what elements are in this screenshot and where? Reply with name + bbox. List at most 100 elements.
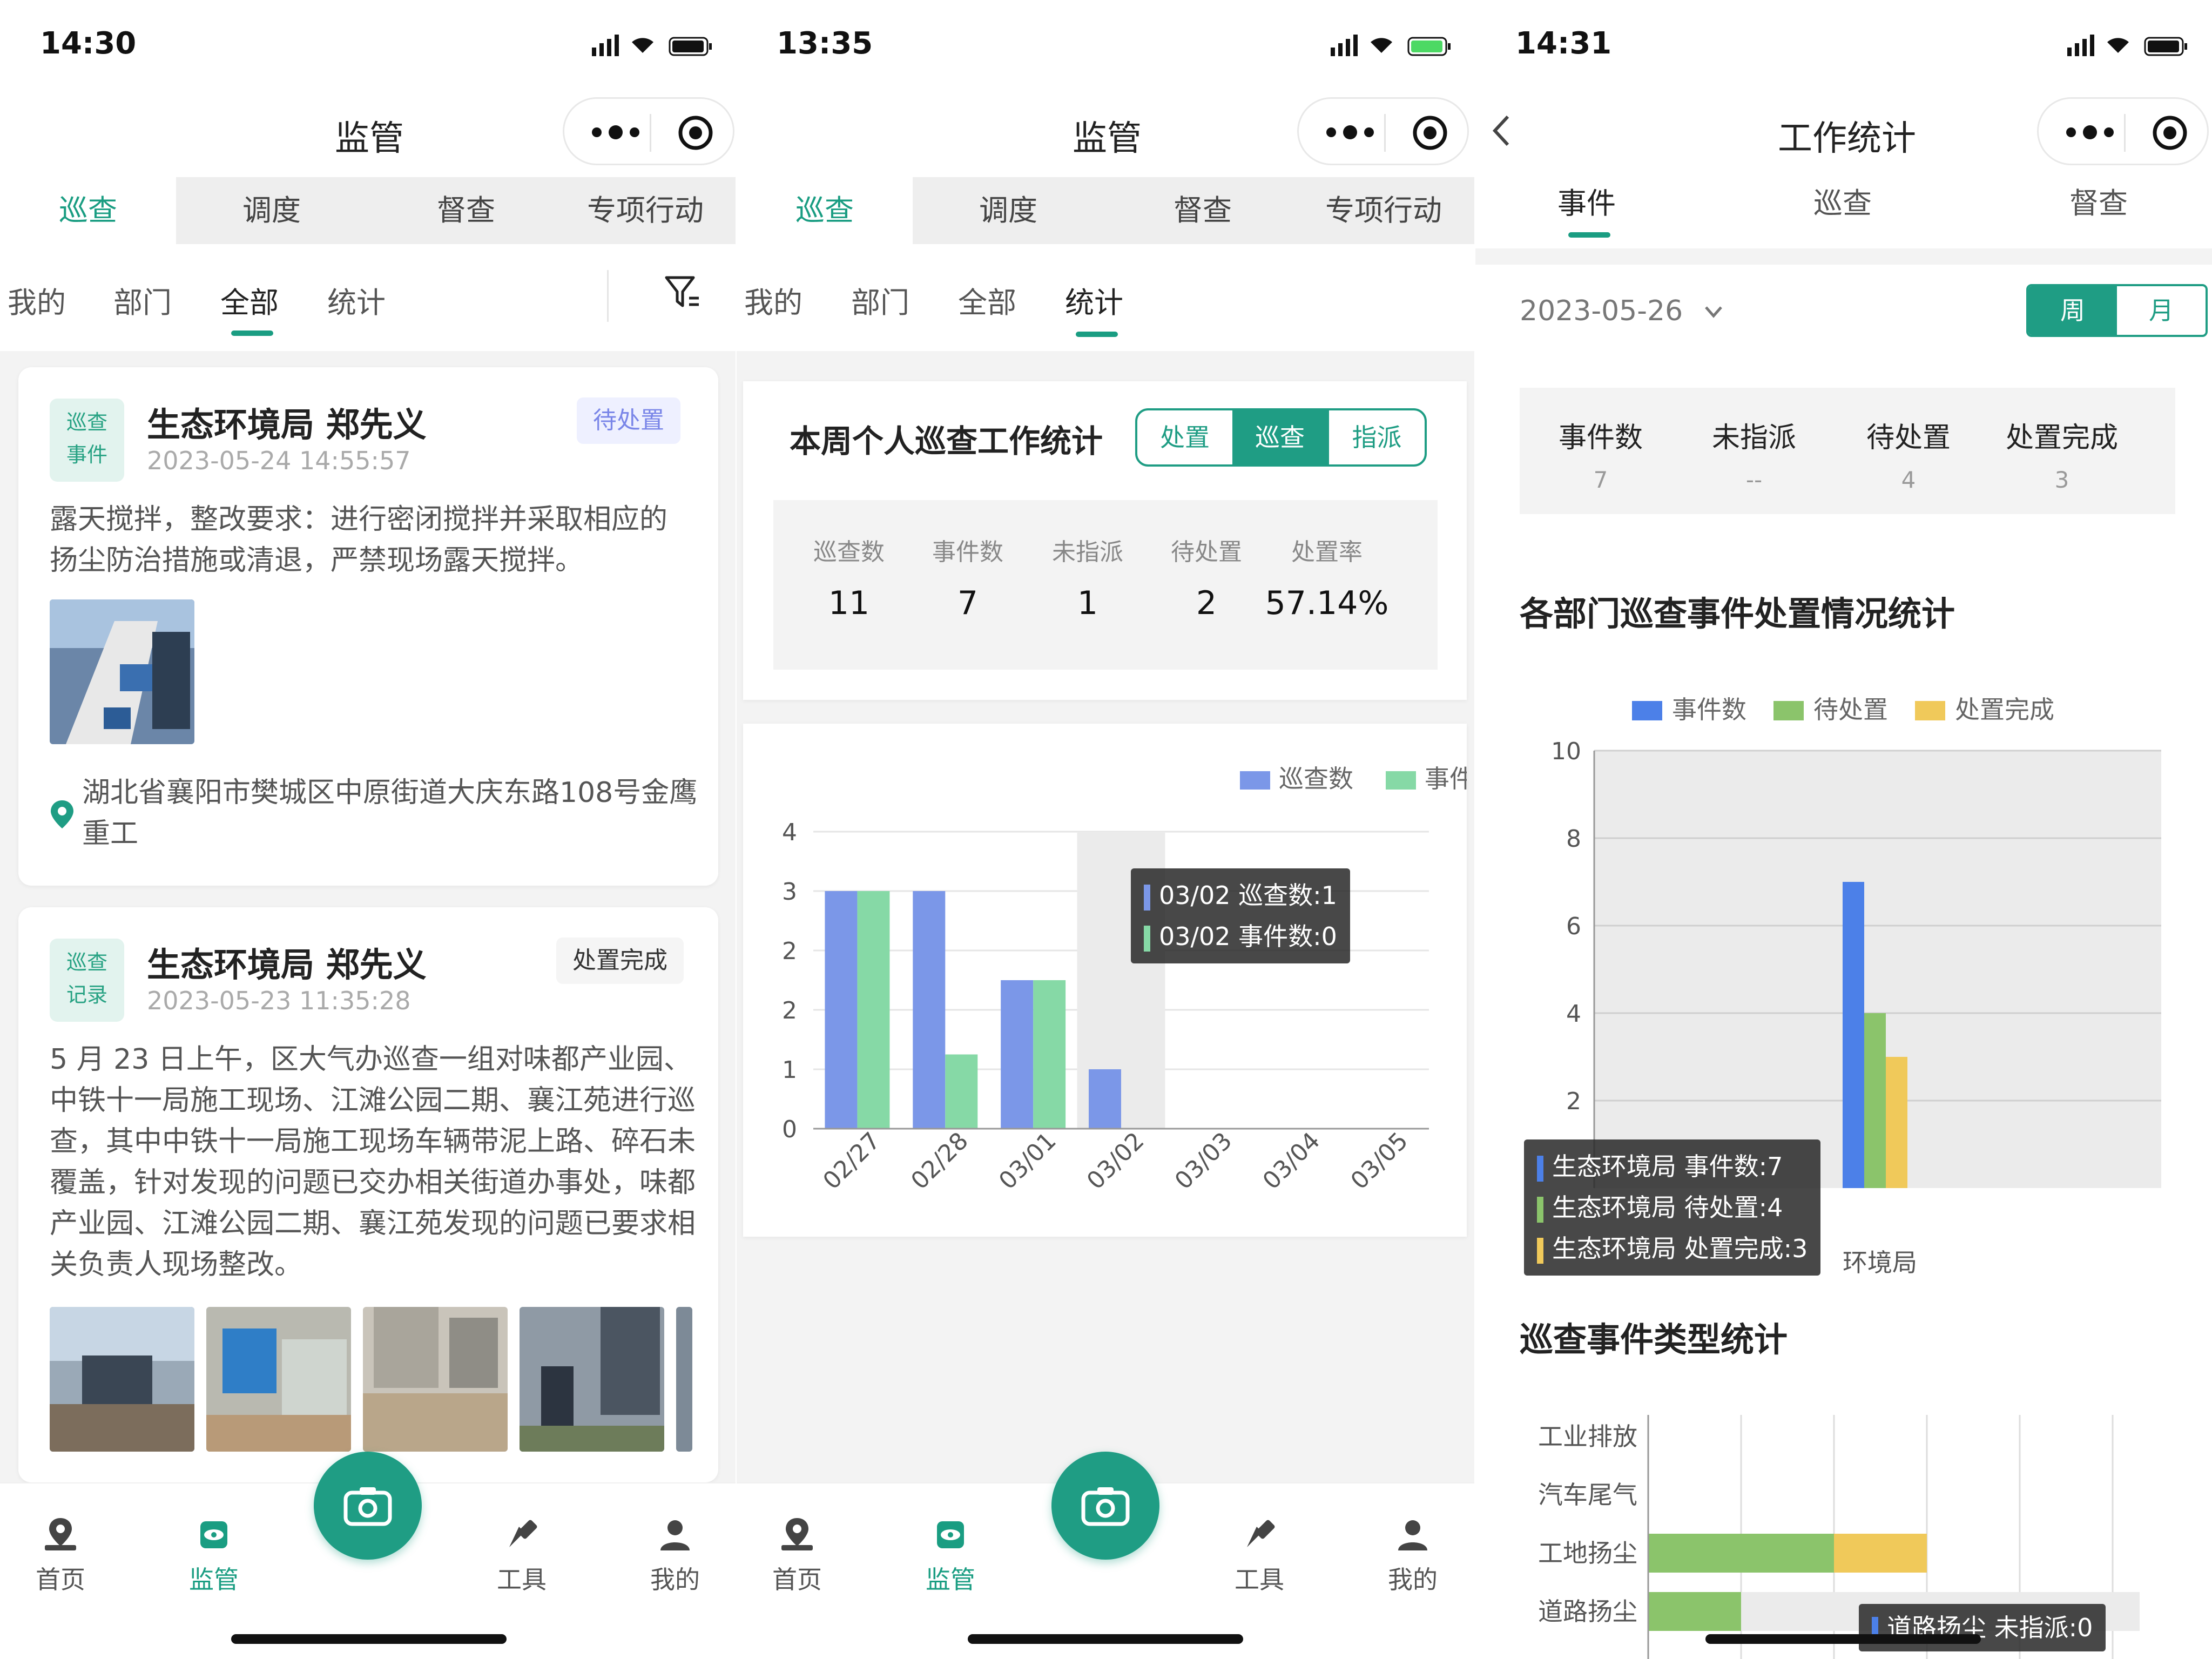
more-icon[interactable] [2060,111,2120,154]
subtab-all[interactable]: 全部 [958,279,1016,321]
more-icon[interactable] [1320,111,1380,154]
chart-tooltip: 03/02 巡查数:1 03/02 事件数:0 [1131,868,1350,963]
dept-chart-tooltip: 生态环境局 事件数:7 生态环境局 待处置:4 生态环境局 处置完成:3 [1524,1139,1821,1276]
card-address: 湖北省襄阳市樊城区中原街道大庆东路108号金鹰重工 [82,777,698,850]
subtab-all[interactable]: 全部 [220,279,279,321]
event-card[interactable]: 巡查 事件 生态环境局 郑先义 2023-05-24 14:55:57 待处置 露… [18,367,718,886]
user-icon [1398,1520,1427,1550]
home-pin-icon [45,1518,76,1550]
stats-segment: 处置 巡查 指派 [1135,408,1427,467]
tab-events[interactable]: 事件 [1557,179,1616,222]
page-title: 工作统计 [1778,119,1916,159]
tab-dispatch[interactable]: 调度 [184,177,360,244]
segment-assign[interactable]: 指派 [1327,410,1425,464]
bar-03-02-patrol [1089,1069,1121,1129]
y-tick-label: 0 [782,1116,797,1143]
bar-02-28-events [945,1054,978,1129]
active-subtab-indicator [1076,332,1118,337]
status-icons [2067,35,2187,56]
subtab-mine[interactable]: 我的 [8,279,66,321]
subtab-stats[interactable]: 统计 [1065,279,1123,321]
site-photo[interactable] [363,1307,508,1452]
camera-icon [343,1487,392,1526]
status-time: 13:35 [777,26,873,61]
back-icon[interactable] [1489,113,1513,148]
y-tick-label: 1 [782,1056,797,1084]
bar-03-01-patrol [1001,980,1034,1129]
legend-label: 事件数 [1425,764,1467,793]
capsule-menu[interactable] [1297,97,1469,165]
site-photo[interactable] [676,1307,692,1452]
tab-patrol[interactable]: 巡查 [737,177,913,244]
camera-button[interactable] [1051,1452,1159,1560]
filter-icon[interactable] [663,274,701,312]
site-photo[interactable] [206,1307,351,1452]
page-title: 监管 [335,119,404,159]
tab-special[interactable]: 专项行动 [1293,177,1474,244]
stats-summary: 巡查数 11 事件数 7 未指派 1 待处置 2 处置率 57.14% [773,500,1438,670]
camera-icon [1081,1487,1130,1526]
bar-工地扬尘-1 [1834,1534,1927,1573]
stats-title: 本周个人巡查工作统计 [790,423,1103,460]
x-tick-label: 03/05 [1345,1127,1413,1195]
close-miniprogram-icon[interactable] [2151,114,2189,152]
site-photo[interactable] [520,1307,664,1452]
subtab-stats[interactable]: 统计 [327,279,386,321]
tab-inspect[interactable]: 督查 [1115,177,1291,244]
top-tabs: 巡查 调度 督查 专项行动 [737,177,1474,244]
category-label: 工地扬尘 [1538,1539,1637,1568]
tab-patrol[interactable]: 巡查 [1813,179,1872,222]
y-tick-label: 10 [1551,738,1581,765]
category-label: 道路扬尘 [1538,1597,1637,1626]
capsule-menu[interactable] [2037,97,2209,165]
close-miniprogram-icon[interactable] [1411,114,1449,152]
tab-dispatch[interactable]: 调度 [920,177,1096,244]
y-tick-label: 3 [782,878,797,906]
date-picker[interactable]: 2023-05-26 [1520,295,1724,327]
tab-inspect[interactable]: 督查 [2069,179,2128,222]
y-tick-label: 6 [1566,913,1581,940]
tab-inspect[interactable]: 督查 [378,177,554,244]
type-tag: 巡查 记录 [50,939,124,1022]
dept-bar-chart[interactable]: 10 8 6 4 2 事件数 待处置 处置完成 [1486,675,2201,1215]
bar-02-27-patrol [825,891,858,1129]
period-month[interactable]: 月 [2117,286,2206,335]
nav-home[interactable]: 首页 [6,1516,114,1596]
segment-dispose[interactable]: 处置 [1137,410,1232,464]
screen-work-stats: 14:31 工作统计 事件 巡查 督查 2023-05-26 周 月 事件数 7… [1475,0,2212,1659]
close-miniprogram-icon[interactable] [677,114,714,152]
stats-summary: 事件数 7 未指派 -- 待处置 4 处置完成 3 [1520,388,2175,514]
nav-supervision[interactable]: 监管 [160,1516,268,1596]
segment-patrol[interactable]: 巡查 [1232,410,1327,464]
status-time: 14:31 [1515,26,1612,61]
site-photo[interactable] [50,1307,194,1452]
nav-tools[interactable]: 工具 [1205,1516,1313,1596]
tools-icon [509,1520,537,1547]
subtab-dept[interactable]: 部门 [113,279,172,321]
nav-mine[interactable]: 我的 [1359,1516,1467,1596]
subtab-mine[interactable]: 我的 [744,279,802,321]
nav-tools[interactable]: 工具 [468,1516,576,1596]
tab-patrol[interactable]: 巡查 [0,177,176,244]
patrol-bar-chart[interactable]: 0 1 2 2 3 4 02/27 02/28 03/01 03/02 03/03 03/04 03/0… [743,724,1467,1237]
nav-supervision[interactable]: 监管 [896,1516,1004,1596]
subtab-dept[interactable]: 部门 [851,279,909,321]
tab-special[interactable]: 专项行动 [556,177,734,244]
event-card[interactable]: 巡查 记录 生态环境局 郑先义 2023-05-23 11:35:28 处置完成 … [18,907,718,1482]
camera-button[interactable] [314,1452,422,1560]
nav-home[interactable]: 首页 [743,1516,851,1596]
more-icon[interactable] [586,111,645,154]
home-pin-icon [781,1518,813,1550]
card-title: 生态环境局 郑先义 [147,945,427,984]
period-week[interactable]: 周 [2028,286,2117,335]
x-tick-label: 03/01 [994,1127,1062,1195]
legend-label: 事件数 [1672,695,1746,724]
y-tick-label: 2 [782,938,797,965]
eye-icon [200,1521,227,1548]
capsule-menu[interactable] [563,97,734,165]
site-photo[interactable] [50,599,194,744]
screen-personal-stats: 13:35 监管 巡查 调度 督查 专项行动 我的 部门 全部 统计 本周个人巡… [737,0,1474,1659]
type-chart-title: 巡查事件类型统计 [1520,1320,1788,1359]
nav-mine[interactable]: 我的 [621,1516,729,1596]
period-toggle: 周 月 [2026,284,2208,337]
